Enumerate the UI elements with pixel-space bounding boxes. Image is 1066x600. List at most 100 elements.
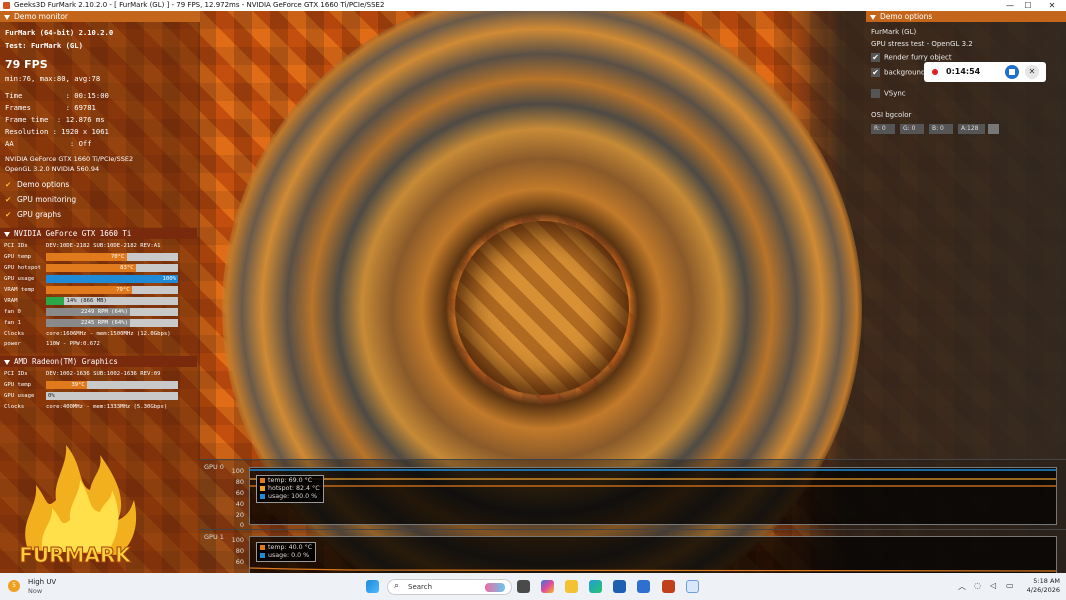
osi-bgcolor-label: OSI bgcolor bbox=[871, 111, 912, 119]
status-value: 0% bbox=[48, 393, 55, 399]
maximize-button[interactable]: ☐ bbox=[1018, 0, 1038, 11]
color-swatch[interactable] bbox=[988, 124, 999, 134]
stop-recording-button[interactable] bbox=[1005, 65, 1019, 79]
check-gpu-monitoring[interactable]: ✔ GPU monitoring bbox=[5, 195, 76, 204]
osi-b-field[interactable]: B: 0 bbox=[929, 124, 953, 134]
pci-value: DEV:10DE-2182 SUB:10DE-2182 REV:A1 bbox=[46, 243, 161, 249]
gpu0-plot-lines bbox=[250, 469, 1056, 487]
close-button[interactable]: ✕ bbox=[1042, 0, 1062, 11]
weather-subtitle: Now bbox=[28, 587, 43, 595]
clock-date: 4/26/2026 bbox=[1026, 586, 1060, 594]
demo-options-title: Demo options bbox=[880, 12, 933, 21]
background-checkbox[interactable]: ✔ background bbox=[871, 68, 925, 77]
status-value: 2245 RPM (64%) bbox=[80, 320, 129, 326]
options-app-title: FurMark (GL) bbox=[871, 28, 917, 36]
gpu1-pci-row: PCI IDs DEV:1002-1636 SUB:1002-1636 REV:… bbox=[4, 369, 196, 379]
stat-resolution: Resolution : 1920 x 1061 bbox=[5, 127, 109, 136]
checkmark-icon: ✔ bbox=[871, 53, 880, 62]
power-label: power bbox=[4, 341, 21, 347]
ytick: 60 bbox=[235, 558, 244, 566]
status-value: 100% bbox=[162, 276, 176, 282]
ytick: 0 bbox=[239, 521, 244, 529]
outlook-icon[interactable] bbox=[637, 580, 650, 593]
gpu1-header[interactable]: AMD Radeon(TM) Graphics bbox=[0, 356, 197, 367]
empty-checkbox-icon bbox=[871, 89, 880, 98]
status-row: VRAM temp 79°C bbox=[4, 285, 196, 295]
clocks-label: Clocks bbox=[4, 331, 25, 337]
weather-title: High UV bbox=[28, 578, 57, 586]
gpu0-pci-row: PCI IDs DEV:10DE-2182 SUB:10DE-2182 REV:… bbox=[4, 241, 196, 251]
mic-off-icon[interactable]: ✕ bbox=[1025, 65, 1039, 79]
vsync-label: VSync bbox=[884, 89, 906, 98]
legend-swatch bbox=[260, 552, 265, 558]
check-gpu-graphs[interactable]: ✔ GPU graphs bbox=[5, 210, 61, 219]
status-label: GPU hotspot bbox=[4, 265, 42, 271]
battery-icon[interactable]: ▭ bbox=[1006, 581, 1014, 590]
demo-options-header[interactable]: Demo options bbox=[866, 11, 1066, 22]
donut-hole bbox=[455, 221, 629, 395]
status-bar: 83°C bbox=[46, 264, 178, 272]
status-label: GPU temp bbox=[4, 254, 31, 260]
status-bar-fill bbox=[46, 297, 65, 305]
search-placeholder: Search bbox=[408, 583, 433, 591]
taskbar-clock[interactable]: 5:18 AM 4/26/2026 bbox=[1022, 577, 1060, 595]
pci-label: PCI IDs bbox=[4, 371, 28, 377]
power-value: 110W - PPW:0.672 bbox=[46, 341, 100, 347]
status-row: GPU hotspot 83°C bbox=[4, 263, 196, 273]
status-label: GPU usage bbox=[4, 276, 35, 282]
legend-item: usage: 0.0 % bbox=[260, 552, 312, 560]
status-label: GPU temp bbox=[4, 382, 31, 388]
status-row: GPU usage 0% bbox=[4, 391, 196, 401]
network-icon[interactable]: ◌ bbox=[974, 581, 981, 590]
check-label: GPU monitoring bbox=[17, 195, 77, 204]
osi-r-field[interactable]: R: 0 bbox=[871, 124, 895, 134]
recording-dot-icon bbox=[932, 69, 938, 75]
furmark-taskbar-icon[interactable] bbox=[662, 580, 675, 593]
status-value: 2249 RPM (64%) bbox=[80, 309, 129, 315]
demo-monitor-header[interactable]: Demo monitor bbox=[0, 11, 200, 22]
title-bar: Geeks3D FurMark 2.10.2.0 - [ FurMark (GL… bbox=[0, 0, 1066, 11]
tray-overflow-chevron-icon[interactable]: ︿ bbox=[958, 581, 966, 592]
status-row: GPU temp 39°C bbox=[4, 380, 196, 390]
file-explorer-icon[interactable] bbox=[565, 580, 578, 593]
gpu0-header[interactable]: NVIDIA GeForce GTX 1660 Ti bbox=[0, 228, 197, 239]
check-label: Demo options bbox=[17, 180, 70, 189]
copilot-icon[interactable] bbox=[541, 580, 554, 593]
fps-readout: 79 FPS bbox=[5, 58, 48, 71]
collapse-triangle-icon bbox=[870, 14, 876, 20]
status-bar: 100% bbox=[46, 275, 178, 283]
ytick: 80 bbox=[235, 547, 244, 555]
start-button[interactable] bbox=[366, 580, 379, 593]
status-bar: 14% (866 MB) bbox=[46, 297, 178, 305]
vsync-checkbox[interactable]: VSync bbox=[871, 89, 906, 98]
taskbar-search-box[interactable]: ⌕ Search bbox=[387, 579, 512, 595]
task-view-icon[interactable] bbox=[517, 580, 530, 593]
osi-g-field[interactable]: G: 0 bbox=[900, 124, 924, 134]
status-bar: 2245 RPM (64%) bbox=[46, 319, 178, 327]
gpu-renderer: NVIDIA GeForce GTX 1660 Ti/PCIe/SSE2 bbox=[5, 155, 134, 163]
legend-text: temp: 69.0 °C bbox=[268, 477, 313, 484]
edge-browser-icon[interactable] bbox=[589, 580, 602, 593]
window-title: Geeks3D FurMark 2.10.2.0 - [ FurMark (GL… bbox=[14, 1, 385, 9]
osi-a-field[interactable]: A:128 bbox=[958, 124, 985, 134]
minimize-button[interactable]: — bbox=[1000, 0, 1020, 11]
clock-time: 5:18 AM bbox=[1033, 577, 1060, 585]
clocks-value: core:400MHz - mem:1333MHz (5.30Gbps) bbox=[46, 404, 168, 410]
volume-icon[interactable]: ◁ bbox=[990, 581, 996, 590]
ytick: 20 bbox=[235, 511, 244, 519]
gpu1-plot-lines bbox=[250, 567, 1056, 572]
checkmark-icon: ✔ bbox=[5, 210, 12, 219]
ytick: 80 bbox=[235, 478, 244, 486]
ytick: 40 bbox=[235, 500, 244, 508]
store-icon[interactable] bbox=[613, 580, 626, 593]
collapse-triangle-icon bbox=[4, 14, 10, 20]
render-furry-checkbox[interactable]: ✔ Render furry object bbox=[871, 53, 952, 62]
check-demo-options[interactable]: ✔ Demo options bbox=[5, 180, 69, 189]
status-label: VRAM bbox=[4, 298, 18, 304]
ytick: 100 bbox=[231, 536, 244, 544]
gpu0-graph: GPU 0 100 80 60 40 20 0 temp: 69.0 °C ho… bbox=[200, 459, 1066, 529]
gpu0-legend: temp: 69.0 °C hotspot: 82.4 °C usage: 10… bbox=[256, 475, 324, 503]
legend-text: usage: 0.0 % bbox=[268, 552, 310, 559]
active-window-icon[interactable] bbox=[686, 580, 699, 593]
legend-item: temp: 40.0 °C bbox=[260, 544, 312, 552]
